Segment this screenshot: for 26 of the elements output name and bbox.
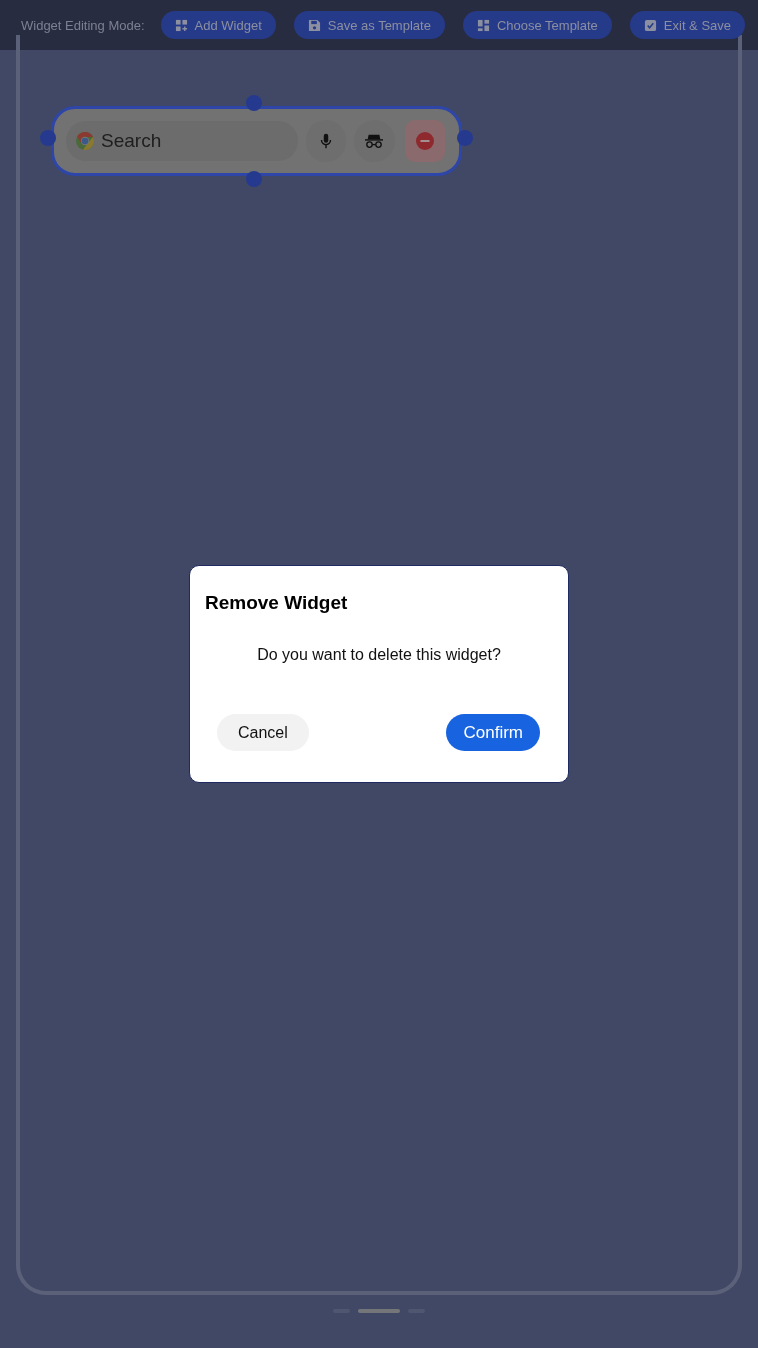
remove-button[interactable] — [404, 120, 445, 162]
checkbox-icon — [643, 18, 657, 32]
resize-handle[interactable] — [246, 95, 262, 111]
dialog-title: Remove Widget — [205, 592, 349, 614]
page-indicator[interactable] — [358, 1309, 400, 1313]
add-widget-icon — [174, 18, 188, 32]
search-input: Search — [101, 130, 281, 152]
toolbar-button[interactable]: Add Widget — [160, 11, 276, 39]
toolbar-button[interactable]: Save as Template — [293, 11, 445, 39]
microphone-button[interactable] — [306, 120, 347, 162]
incognito-icon — [363, 132, 386, 150]
resize-handle[interactable] — [457, 130, 473, 146]
confirm-button[interactable]: Confirm — [446, 714, 540, 751]
grid-icon — [476, 18, 490, 32]
minus-circle-icon — [414, 131, 435, 151]
mode-label: Widget Editing Mode: — [21, 17, 145, 33]
cancel-button[interactable]: Cancel — [217, 714, 309, 751]
toolbar-button[interactable]: Exit & Save — [629, 11, 746, 39]
browser-logo-icon — [75, 131, 95, 151]
incognito-button[interactable] — [354, 120, 395, 162]
dialog-message: Do you want to delete this widget? — [256, 646, 502, 664]
toolbar-button[interactable]: Choose Template — [462, 11, 612, 39]
search-widget[interactable]: Search — [51, 106, 462, 176]
resize-handle[interactable] — [40, 130, 56, 146]
search-field[interactable]: Search — [66, 121, 298, 161]
resize-handle[interactable] — [246, 171, 262, 187]
